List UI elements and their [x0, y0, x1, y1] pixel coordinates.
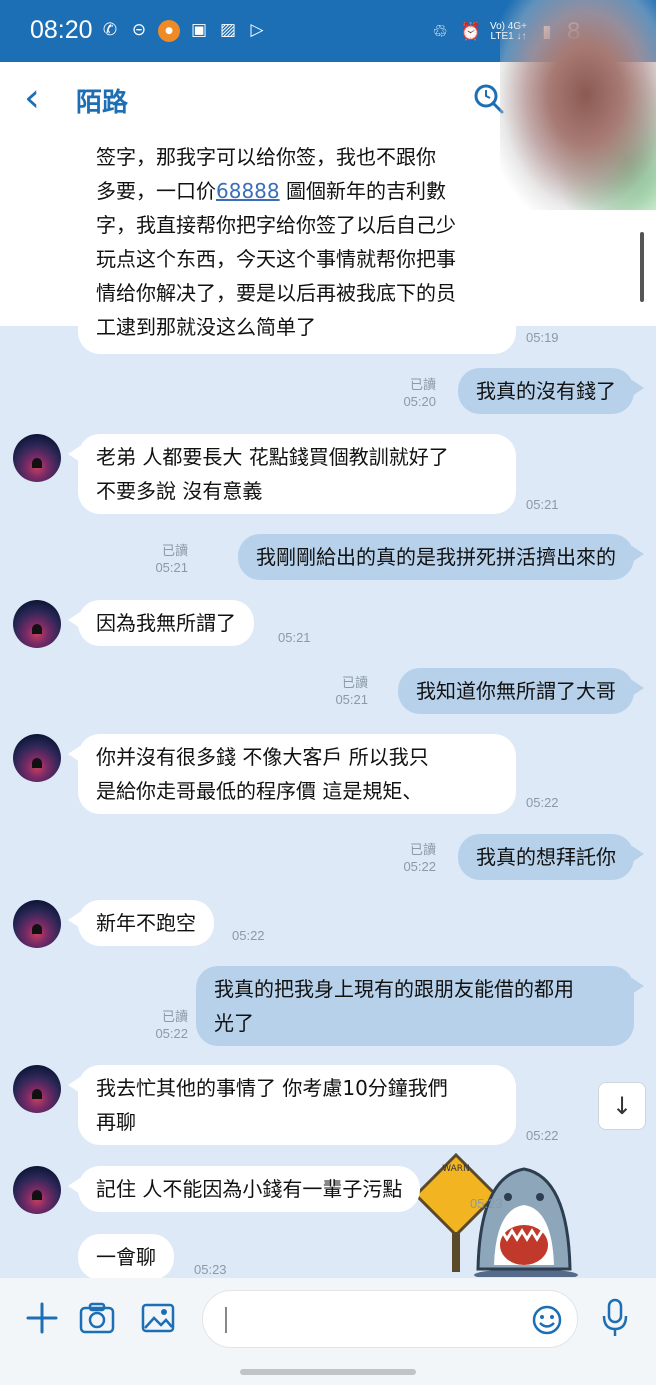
avatar[interactable] [13, 900, 61, 948]
message-bubble-outgoing[interactable]: 我剛剛給出的真的是我拼死拼活擠出來的 [238, 534, 644, 580]
home-indicator[interactable] [240, 1369, 416, 1375]
chat-title: 陌路 [76, 88, 129, 118]
alarm-icon: ⏰ [460, 22, 482, 42]
message-text: 我真的想拜託你 [476, 845, 616, 869]
notification-icons: ✆ ⊝ ● ▣ ▨ ▷ [100, 20, 267, 42]
avatar[interactable] [13, 734, 61, 782]
message-time: 05:19 [526, 330, 559, 345]
message-line: 再聊 [96, 1110, 136, 1134]
back-icon[interactable]: ‹ [24, 78, 40, 118]
read-receipt: 已讀 [409, 842, 436, 857]
censored-area [500, 0, 656, 210]
message-line: 字，我直接帮你把字给你签了以后自己少 [96, 213, 456, 237]
message-bubble-outgoing[interactable]: 我真的想拜託你 [458, 834, 644, 880]
read-receipt: 已讀 [161, 543, 188, 558]
message-line: 玩点这个东西，今天这个事情就帮你把事 [96, 247, 456, 271]
avatar[interactable] [13, 1065, 61, 1113]
message-line: 我去忙其他的事情了 你考慮10分鐘我們 [96, 1076, 448, 1100]
message-time: 05:22 [526, 795, 559, 810]
read-receipt: 已讀 [161, 1009, 188, 1024]
message-line: 我真的把我身上現有的跟朋友能借的都用 [214, 977, 574, 1001]
message-line: 多要，一口价68888 圖個新年的吉利數 [96, 174, 498, 208]
message-line: 光了 [214, 1011, 254, 1035]
message-time: 05:21 [526, 497, 559, 512]
message-line: 是給你走哥最低的程序價 這是規矩、 [96, 779, 423, 803]
message-time: 05:21 [278, 630, 311, 645]
message-bubble-outgoing[interactable]: 我知道你無所謂了大哥 [398, 668, 644, 714]
avatar[interactable] [13, 434, 61, 482]
message-text: 我剛剛給出的真的是我拼死拼活擠出來的 [256, 545, 616, 569]
scrollbar-thumb[interactable] [640, 232, 644, 302]
message-meta: 已讀 05:20 [392, 376, 436, 410]
play-store-icon: ▷ [250, 20, 264, 40]
message-line: 你并沒有很多錢 不像大客戶 所以我只 [96, 745, 429, 769]
message-time: 05:22 [526, 1128, 559, 1143]
message-time: 05:21 [335, 692, 368, 707]
message-line: 情给你解决了，要是以后再被我底下的员 [96, 281, 456, 305]
message-bubble-incoming[interactable]: 一會聊 [78, 1234, 174, 1278]
message-text: 圖個新年的吉利數 [285, 179, 446, 203]
message-text: 我真的沒有錢了 [476, 379, 616, 403]
mic-icon[interactable] [600, 1298, 630, 1338]
message-time: 05:23 [194, 1262, 227, 1277]
scroll-down-icon[interactable]: ↓ [598, 1082, 646, 1130]
recycle-icon: ♲ [432, 22, 448, 42]
message-meta: 已讀 05:22 [144, 1008, 188, 1042]
message-line: 老弟 人都要長大 花點錢買個教訓就好了 [96, 445, 449, 469]
message-time: 05:22 [232, 928, 265, 943]
message-bubble-outgoing[interactable]: 我真的把我身上現有的跟朋友能借的都用 光了 [196, 966, 644, 1046]
message-bubble-outgoing[interactable]: 我真的沒有錢了 [458, 368, 644, 414]
message-time: 05:22 [155, 1026, 188, 1041]
link-icon: ⊝ [131, 20, 147, 40]
read-receipt: 已讀 [409, 377, 436, 392]
message-text: 記住 人不能因為小錢有一輩子污點 [96, 1177, 403, 1201]
message-bubble-incoming[interactable]: 新年不跑空 [68, 900, 214, 946]
shark-warning-sticker: WARN [413, 1152, 578, 1277]
message-line: 不要多說 沒有意義 [96, 479, 263, 503]
message-text: 新年不跑空 [96, 911, 196, 935]
message-text: 多要，一口价 [96, 179, 216, 203]
message-meta: 已讀 05:21 [144, 542, 188, 576]
text-cursor [225, 1307, 227, 1333]
phone-icon: ✆ [102, 20, 118, 40]
warn-sign-text: WARN [442, 1164, 470, 1174]
message-bubble-incoming[interactable]: 因為我無所謂了 [68, 600, 254, 646]
message-bubble-incoming[interactable]: 我去忙其他的事情了 你考慮10分鐘我們 再聊 [68, 1065, 516, 1145]
message-line: 签字，那我字可以给你签，我也不跟你 [96, 145, 436, 169]
message-text: 一會聊 [96, 1245, 156, 1269]
camera-icon[interactable] [78, 1300, 116, 1336]
shopping-bag-icon: ▣ [190, 20, 208, 40]
app-notification-icon: ● [158, 20, 180, 42]
plus-icon[interactable] [24, 1300, 60, 1336]
avatar[interactable] [13, 600, 61, 648]
message-bubble-incoming[interactable]: 老弟 人都要長大 花點錢買個教訓就好了 不要多說 沒有意義 [68, 434, 516, 514]
message-bubble-incoming[interactable]: 你并沒有很多錢 不像大客戶 所以我只 是給你走哥最低的程序價 這是規矩、 [68, 734, 516, 814]
message-meta: 已讀 05:22 [392, 841, 436, 875]
avatar[interactable] [13, 1166, 61, 1214]
image-icon[interactable] [140, 1300, 176, 1336]
status-time: 08:20 [30, 16, 93, 44]
message-time: 05:23 [470, 1196, 503, 1211]
message-time: 05:22 [403, 859, 436, 874]
message-input[interactable] [202, 1290, 578, 1348]
message-text: 因為我無所謂了 [96, 611, 236, 635]
message-text: 我知道你無所謂了大哥 [416, 679, 616, 703]
read-receipt: 已讀 [341, 675, 368, 690]
message-bubble-incoming[interactable]: 記住 人不能因為小錢有一輩子污點 [67, 1166, 421, 1212]
message-time: 05:20 [403, 394, 436, 409]
message-line: 工逮到那就没这么简单了 [96, 315, 316, 339]
emoji-icon[interactable] [531, 1304, 563, 1336]
chat-area[interactable]: 签字，那我字可以给你签，我也不跟你 多要，一口价68888 圖個新年的吉利數 字… [0, 140, 656, 1278]
price-link[interactable]: 68888 [216, 179, 280, 203]
message-bubble-incoming[interactable]: 签字，那我字可以给你签，我也不跟你 多要，一口价68888 圖個新年的吉利數 字… [78, 140, 516, 354]
gallery-icon: ▨ [219, 20, 237, 40]
message-meta: 已讀 05:21 [324, 674, 368, 708]
message-time: 05:21 [155, 560, 188, 575]
